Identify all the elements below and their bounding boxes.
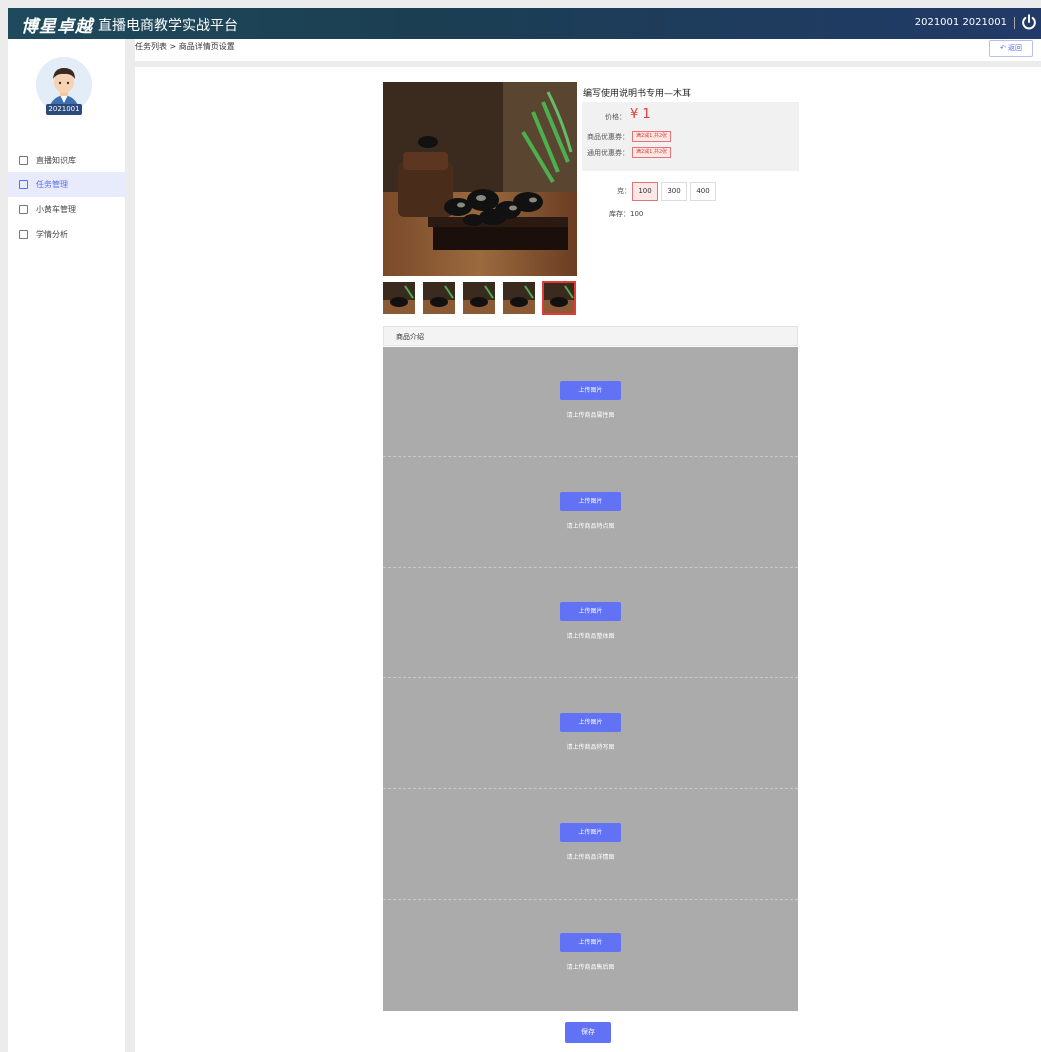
general-coupon-label: 通用优惠券：	[587, 149, 629, 157]
upload-slot: 上传图片 请上传商品售后图	[383, 900, 798, 1010]
breadcrumb[interactable]: 任务列表 > 商品详情页设置	[135, 41, 235, 52]
back-button-label: 返回	[1008, 44, 1023, 52]
upload-image-button[interactable]: 上传图片	[560, 492, 621, 511]
upload-hint: 请上传商品售后图	[566, 964, 615, 971]
sidebar-item-task-management[interactable]: 任务管理	[8, 172, 125, 197]
back-button[interactable]: ↶ 返回	[989, 40, 1033, 57]
spec-label: 克：	[617, 187, 631, 195]
price-value: ¥ 1	[630, 107, 651, 122]
price-box: 价格： ¥ 1 商品优惠券： 满2减1,共2张 通用优惠券： 满2减1,共2张	[582, 102, 799, 171]
product-thumbnail[interactable]	[503, 282, 535, 314]
upload-hint: 请上传商品属性图	[566, 412, 615, 419]
upload-hint: 请上传商品特点图	[566, 523, 615, 530]
power-icon[interactable]	[1020, 13, 1038, 31]
top-header: 博星卓越 直播电商教学实战平台 2021001 2021001	[8, 8, 1041, 39]
user-name[interactable]: 2021001 2021001	[915, 17, 1007, 28]
product-title: 编写使用说明书专用—木耳	[583, 89, 692, 99]
upload-slot: 上传图片 请上传商品属性图	[383, 347, 798, 457]
brand-logo: 博星卓越	[21, 17, 93, 37]
sidebar: 2021001 直播知识库 任务管理 小黄车管理 学情分析	[8, 39, 125, 1052]
cart-icon	[19, 205, 28, 214]
intro-upload-area: 上传图片 请上传商品属性图 上传图片 请上传商品特点图 上传图片 请上传商品整体…	[383, 347, 798, 1011]
upload-hint: 请上传商品详情图	[566, 854, 615, 861]
product-thumbnail[interactable]	[463, 282, 495, 314]
sidebar-item-analysis[interactable]: 学情分析	[8, 222, 125, 247]
sidebar-item-cart-management[interactable]: 小黄车管理	[8, 197, 125, 222]
spec-option-100[interactable]: 100	[632, 182, 658, 201]
sidebar-item-label: 小黄车管理	[36, 205, 76, 214]
upload-image-button[interactable]: 上传图片	[560, 933, 621, 952]
upload-slot: 上传图片 请上传商品整体图	[383, 568, 798, 678]
breadcrumb-bar: 任务列表 > 商品详情页设置 ↶ 返回	[135, 39, 1041, 67]
upload-slot: 上传图片 请上传商品特写图	[383, 679, 798, 789]
stock-text: 库存：100	[609, 210, 644, 218]
spec-option-400[interactable]: 400	[690, 182, 716, 201]
sidebar-item-label: 直播知识库	[36, 156, 76, 165]
product-main-image	[383, 82, 577, 276]
book-icon	[19, 156, 28, 165]
upload-image-button[interactable]: 上传图片	[560, 602, 621, 621]
analysis-icon	[19, 230, 28, 239]
avatar-badge: 2021001	[46, 104, 82, 115]
upload-hint: 请上传商品特写图	[566, 744, 615, 751]
upload-image-button[interactable]: 上传图片	[560, 823, 621, 842]
upload-slot: 上传图片 请上传商品详情图	[383, 790, 798, 900]
upload-hint: 请上传商品整体图	[566, 633, 615, 640]
header-divider	[1014, 17, 1015, 29]
sidebar-item-knowledge-base[interactable]: 直播知识库	[8, 148, 125, 173]
sidebar-item-label: 学情分析	[36, 230, 68, 239]
spec-option-300[interactable]: 300	[661, 182, 687, 201]
price-label: 价格：	[605, 113, 626, 121]
task-icon	[19, 180, 28, 189]
coupon-label: 商品优惠券：	[587, 133, 629, 141]
save-button[interactable]: 保存	[565, 1022, 611, 1043]
product-thumbnail-selected[interactable]	[542, 281, 576, 315]
product-thumbnail[interactable]	[383, 282, 415, 314]
general-coupon-badge[interactable]: 满2减1,共2张	[632, 147, 672, 158]
upload-slot: 上传图片 请上传商品特点图	[383, 458, 798, 568]
upload-image-button[interactable]: 上传图片	[560, 713, 621, 732]
upload-image-button[interactable]: 上传图片	[560, 381, 621, 400]
product-thumbnail[interactable]	[423, 282, 455, 314]
intro-heading: 商品介绍	[383, 326, 798, 346]
coupon-badge[interactable]: 满2减1,共2张	[632, 131, 672, 142]
platform-title: 直播电商教学实战平台	[98, 18, 238, 34]
back-arrow-icon: ↶	[999, 44, 1009, 52]
sidebar-item-label: 任务管理	[36, 180, 68, 189]
